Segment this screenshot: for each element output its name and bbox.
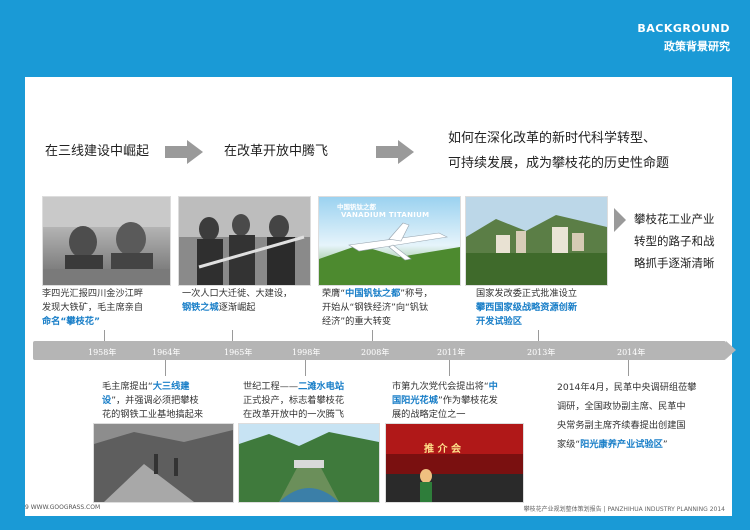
photo-1965-construction (178, 196, 311, 286)
caption-2011-line3: 展的战略定位之一 (392, 409, 466, 420)
caption-2008-line2: 开始从“钢铁经济”向“钒钛 (322, 302, 429, 313)
photo-1998-dam (238, 423, 380, 503)
caption-2013-highlight-2: 开发试验区 (476, 316, 522, 327)
connector-1965 (232, 330, 233, 341)
phase-3-title-line2: 可持续发展，成为攀枝花的历史性命题 (448, 156, 670, 171)
connector-2011 (449, 360, 450, 376)
photo-banner-cn: 中国钒钛之都 (337, 203, 376, 211)
phase-2-title: 在改革开放中腾飞 (224, 144, 329, 159)
caption-2011-line2: ”作为攀枝花发 (437, 395, 498, 406)
timeline-year-2011: 2011年 (437, 348, 466, 357)
footer-report-title: 攀枝花产业规划整体策划报告 | PANZHIHUA INDUSTRY PLANN… (523, 506, 725, 513)
caption-1998-line2: 正式投产，标志着攀枝花 (243, 395, 345, 406)
caption-1965-line2: 逐渐崛起 (218, 302, 256, 313)
caption-1964-line3: 花的钢铁工业基地搞起来 (102, 409, 204, 420)
arrow-right-icon (376, 140, 414, 168)
footer-page-number: 9 WWW.GOOGRASS.COM (25, 504, 101, 511)
caption-1998-highlight: 二滩水电站 (298, 381, 345, 392)
transformation-note: 攀枝花工业产业 转型的路子和战 略抓手逐渐清晰 (634, 208, 734, 274)
connector-2014 (628, 360, 629, 376)
caption-1998-pre: 世纪工程—— (243, 381, 299, 392)
caption-2008-highlight: 中国钒钛之都 (345, 288, 401, 299)
transformation-note-line1: 攀枝花工业产业 (634, 212, 715, 226)
photo-2011-promotion-event: 推 介 会 (385, 423, 524, 503)
photo-1964-mining (93, 423, 234, 503)
caption-2011-highlight-2: 国阳光花城 (392, 395, 438, 406)
transformation-note-line2: 转型的路子和战 (634, 234, 715, 248)
header-title-cn: 政策背景研究 (664, 40, 730, 53)
caption-1958-quote: “攀枝花” (60, 316, 101, 327)
caption-2013: 国家发改委正式批准设立 攀西国家级战略资源创新 开发试验区 (476, 287, 606, 329)
caption-1964-highlight-2: 设 (102, 395, 112, 406)
caption-2008-pre: 荣膺“ (322, 288, 346, 299)
caption-2013-line1: 国家发改委正式批准设立 (476, 288, 578, 299)
caption-2008-post: ”称号， (400, 288, 433, 299)
photo-2013-city (465, 196, 608, 286)
connector-1958 (104, 330, 105, 341)
caption-1998-line3: 在改革开放中的一次腾飞 (243, 409, 345, 420)
caption-1958-line2: 发现大铁矿，毛主席亲自 (42, 302, 144, 313)
caption-2013-highlight-1: 攀西国家级战略资源创新 (476, 302, 578, 313)
connector-1964 (165, 360, 166, 376)
arrow-right-icon (165, 140, 203, 168)
caption-2014: 2014年4月，民革中央调研组莅攀 调研，全国政协副主席、民革中 央常务副主席齐… (557, 378, 717, 454)
connector-2013 (538, 330, 539, 341)
caption-2014-line3: 央常务副主席齐续春提出创建国 (557, 420, 686, 431)
chevron-right-icon (614, 208, 626, 236)
timeline-year-2008: 2008年 (361, 348, 390, 357)
caption-1965: 一次人口大迁徙、大建设， 钢铁之城逐渐崛起 (182, 287, 312, 315)
header-title-en: BACKGROUND (637, 22, 730, 35)
caption-1964-highlight: 大三线建 (152, 381, 190, 392)
caption-1964: 毛主席提出“大三线建 设”，并强调必须把攀枝 花的钢铁工业基地搞起来 (102, 380, 237, 422)
phase-1-title: 在三线建设中崛起 (45, 144, 150, 159)
photo-2008-vanadium-titanium: 中国钒钛之都 VANADIUM TITANIUM (318, 196, 461, 286)
timeline-year-1998: 1998年 (292, 348, 321, 357)
caption-1958-highlight: 命名 (42, 316, 61, 327)
caption-1965-line1: 一次人口大迁徙、大建设， (182, 288, 293, 299)
caption-2014-post: ” (662, 439, 668, 450)
photo-banner-en: VANADIUM TITANIUM (341, 211, 430, 219)
caption-2008: 荣膺“中国钒钛之都”称号， 开始从“钢铁经济”向“钒钛 经济”的重大转变 (322, 287, 462, 329)
caption-1958: 李四光汇报四川金沙江畔 发现大铁矿，毛主席亲自 命名“攀枝花” (42, 287, 177, 329)
caption-1964-line2: ”，并强调必须把攀枝 (111, 395, 199, 406)
timeline-year-2014: 2014年 (617, 348, 646, 357)
connector-1998 (305, 360, 306, 376)
caption-2014-pre: 家级“ (557, 439, 581, 450)
caption-1998: 世纪工程——二滩水电站 正式投产，标志着攀枝花 在改革开放中的一次腾飞 (243, 380, 383, 422)
phase-3-title-line1: 如何在深化改革的新时代科学转型、 (448, 131, 657, 146)
timeline-year-1958: 1958年 (88, 348, 117, 357)
caption-2008-line3: 经济”的重大转变 (322, 316, 392, 327)
connector-2008 (372, 330, 373, 341)
caption-2014-line2: 调研，全国政协副主席、民革中 (557, 401, 686, 412)
timeline-year-1965: 1965年 (224, 348, 253, 357)
caption-1964-pre: 毛主席提出“ (102, 381, 153, 392)
transformation-note-line3: 略抓手逐渐清晰 (634, 256, 715, 270)
timeline-year-1964: 1964年 (152, 348, 181, 357)
caption-1965-highlight: 钢铁之城 (182, 302, 219, 313)
caption-2011-highlight: 中 (488, 381, 498, 392)
photo-1958-meeting (42, 196, 171, 286)
timeline-year-2013: 2013年 (527, 348, 556, 357)
event-banner-text: 推 介 会 (424, 444, 461, 455)
caption-2011-pre: 市第九次党代会提出将“ (392, 381, 489, 392)
caption-1958-line1: 李四光汇报四川金沙江畔 (42, 288, 144, 299)
caption-2014-line1: 2014年4月，民革中央调研组莅攀 (557, 382, 697, 393)
caption-2011: 市第九次党代会提出将“中 国阳光花城”作为攀枝花发 展的战略定位之一 (392, 380, 522, 422)
caption-2014-highlight: 阳光康养产业试验区 (580, 439, 663, 450)
